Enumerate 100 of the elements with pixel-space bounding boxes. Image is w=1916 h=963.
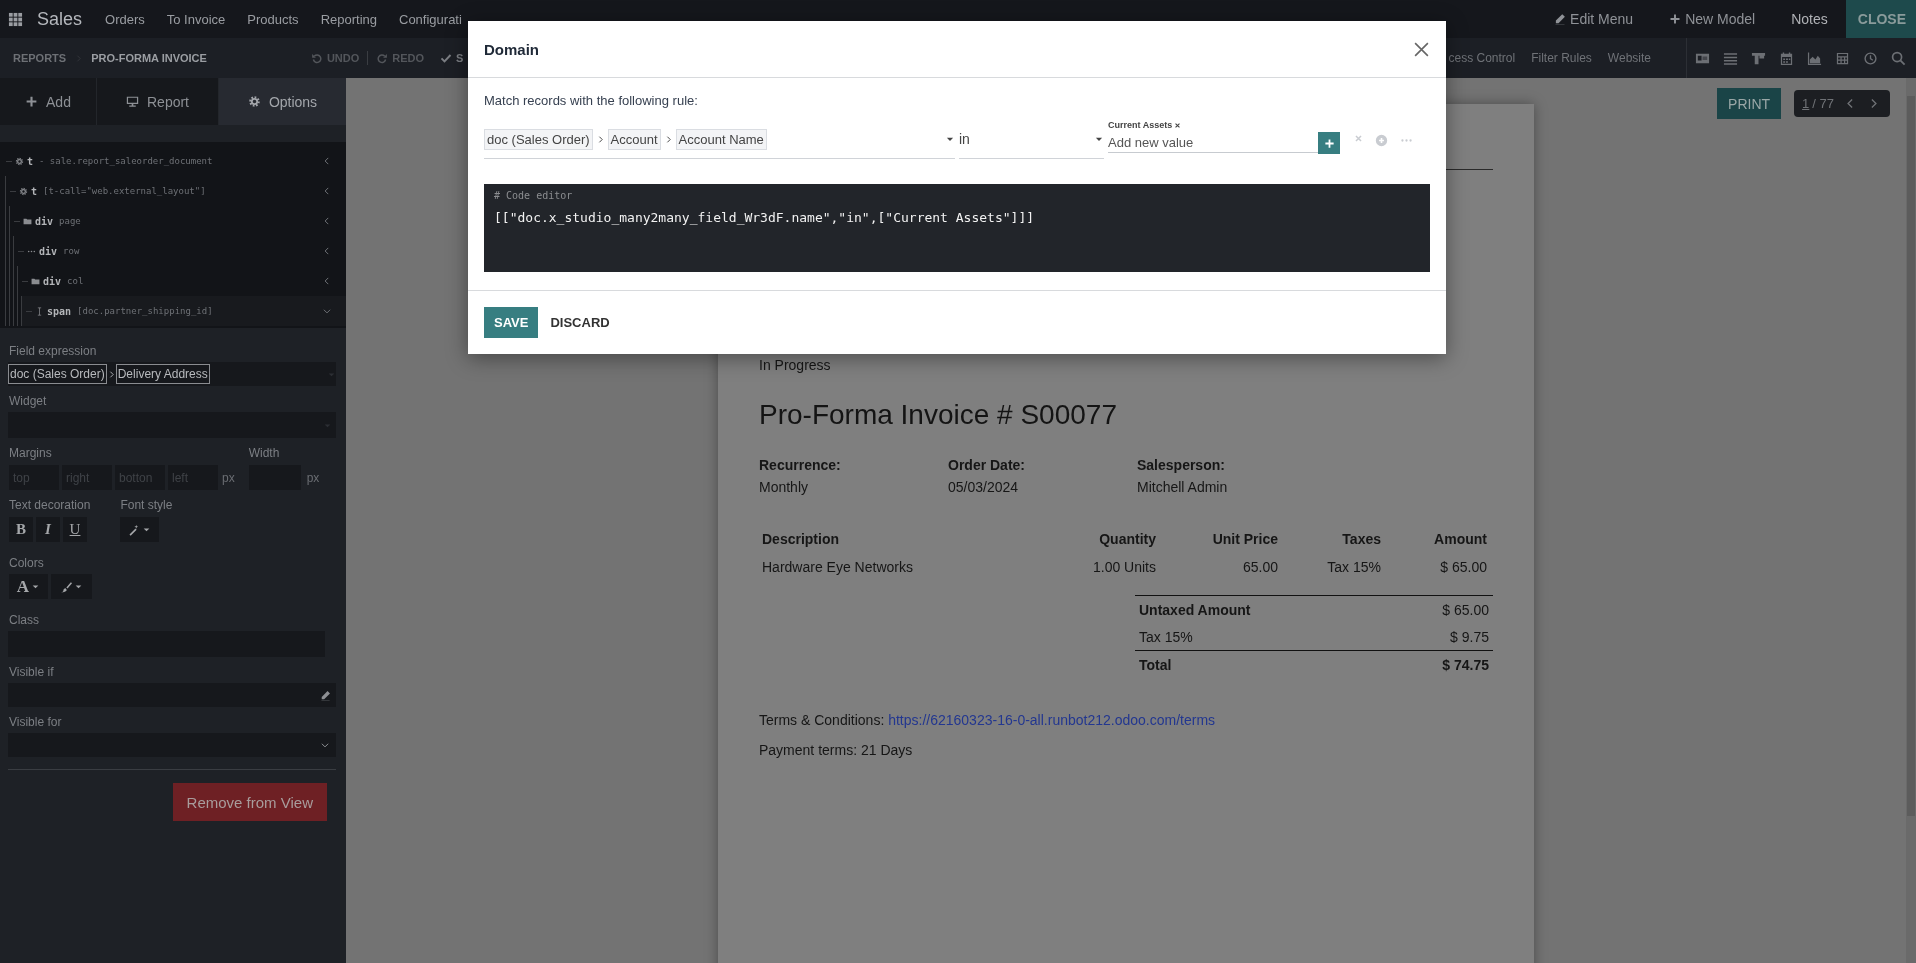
visible-if-field[interactable] bbox=[8, 683, 336, 707]
save-button[interactable]: SAVE bbox=[484, 307, 539, 338]
caret-icon bbox=[142, 525, 152, 534]
app-name: Sales bbox=[37, 8, 83, 30]
field-label: Font style bbox=[120, 498, 173, 512]
field-label: Class bbox=[9, 613, 40, 627]
code-editor[interactable]: # Code editor [["doc.x_studio_many2many_field_Wr3dF.name","in",["Current Assets"]]] bbox=[484, 184, 1430, 272]
info-value: Mitchell Admin bbox=[1137, 479, 1229, 495]
background-color-button[interactable] bbox=[51, 574, 92, 599]
column-header: Unit Price bbox=[1211, 531, 1279, 547]
total-value: $ 74.75 bbox=[1442, 657, 1489, 673]
monitor-icon bbox=[126, 95, 139, 108]
caret-icon bbox=[31, 582, 41, 591]
redo-icon bbox=[376, 52, 389, 64]
apps-icon bbox=[8, 11, 23, 27]
studio-link[interactable]: Filter Rules bbox=[1523, 51, 1600, 65]
sidebar-tab[interactable]: Add bbox=[0, 78, 97, 125]
column-header: Quantity bbox=[1098, 531, 1157, 547]
sidebar-tab[interactable]: Report bbox=[97, 78, 219, 125]
delete-icon bbox=[1354, 134, 1363, 143]
total-label: Tax 15% bbox=[1139, 629, 1193, 645]
tree-node[interactable]: span [doc.partner_shipping_id] bbox=[22, 296, 346, 326]
unit-label: px bbox=[306, 471, 320, 485]
folder-icon bbox=[31, 276, 40, 286]
tree-node[interactable]: div row bbox=[14, 236, 346, 266]
text-cursor-icon bbox=[35, 306, 44, 316]
menu-item[interactable]: Orders bbox=[94, 11, 156, 27]
table-cell-text: $ 65.00 bbox=[1439, 559, 1488, 575]
menu-item[interactable]: To Invoice bbox=[155, 11, 237, 27]
info-value: 05/03/2024 bbox=[948, 479, 1020, 495]
dialog-intro: Match records with the following rule: bbox=[484, 93, 699, 108]
path-field[interactable]: doc (Sales Order) Account Account Name bbox=[484, 120, 955, 159]
field-label: Width bbox=[248, 446, 281, 460]
save-button[interactable]: S bbox=[432, 52, 472, 64]
kanban-view-icon[interactable] bbox=[1751, 50, 1766, 66]
remove-tag-button[interactable] bbox=[1174, 121, 1182, 129]
remove-from-view-button[interactable]: Remove from View bbox=[172, 783, 327, 821]
menu-item[interactable]: Configurati bbox=[388, 11, 462, 27]
folder-icon bbox=[23, 216, 32, 226]
field-label: Margins bbox=[9, 446, 53, 460]
wand-icon bbox=[128, 523, 141, 536]
check-icon bbox=[440, 52, 453, 64]
gear-icon bbox=[19, 186, 28, 196]
caret-icon bbox=[74, 582, 83, 591]
text-style-button[interactable]: I bbox=[36, 517, 60, 542]
settings-icon bbox=[247, 95, 261, 108]
tree-node[interactable]: div col bbox=[18, 266, 346, 296]
status-text: In Progress bbox=[759, 357, 831, 373]
list-view-icon[interactable] bbox=[1723, 50, 1738, 66]
table-cell-text: 65.00 bbox=[1241, 559, 1279, 575]
graph-view-icon[interactable] bbox=[1807, 50, 1822, 66]
tree-node[interactable]: t - sale.report_saleorder_document bbox=[2, 146, 346, 176]
path-segment: Account bbox=[607, 128, 661, 150]
text-style-button[interactable]: B bbox=[9, 517, 33, 542]
gear-icon bbox=[15, 156, 24, 166]
close-icon bbox=[1413, 40, 1430, 58]
menu-item[interactable]: Reporting bbox=[309, 11, 388, 27]
notes-button[interactable]: Notes bbox=[1773, 0, 1846, 38]
tree-node[interactable]: div page bbox=[10, 206, 346, 236]
code-comment: # Code editor bbox=[494, 190, 574, 201]
operator-select[interactable]: in bbox=[959, 120, 1104, 159]
table-cell-text: 1.00 Units bbox=[1091, 559, 1157, 575]
studio-link[interactable]: Website bbox=[1599, 51, 1659, 65]
font-style-button[interactable] bbox=[120, 517, 160, 542]
scrollbar[interactable] bbox=[1906, 78, 1916, 963]
field-expression-field[interactable]: doc (Sales Order) Delivery Address bbox=[8, 362, 336, 386]
tree-node[interactable]: t [t-call="web.external_layout"] bbox=[6, 176, 346, 206]
close-button[interactable] bbox=[1413, 40, 1430, 58]
table-cell-text: Hardware Eye Networks bbox=[762, 559, 914, 575]
menu-item[interactable]: Products bbox=[236, 11, 310, 27]
pager[interactable]: 1 / 77 bbox=[1794, 90, 1890, 117]
total-value: $ 65.00 bbox=[1442, 602, 1489, 618]
text-style-button[interactable]: U bbox=[63, 517, 87, 542]
pivot-view-icon[interactable] bbox=[1835, 50, 1850, 66]
sidebar-tab[interactable]: Options bbox=[219, 78, 346, 125]
code-text: [["doc.x_studio_many2many_field_Wr3dF.name","in",["Current Assets"]]] bbox=[494, 210, 1036, 225]
pager-limit: / 77 bbox=[1812, 96, 1834, 111]
field-label: Visible for bbox=[9, 715, 63, 729]
edit-menu-button[interactable]: Edit Menu bbox=[1536, 0, 1652, 38]
info-label: Recurrence: bbox=[759, 457, 842, 473]
print-button[interactable]: PRINT bbox=[1717, 88, 1782, 119]
path-segment: doc (Sales Order) bbox=[484, 128, 593, 150]
plus-icon bbox=[1669, 13, 1682, 25]
path-segment: doc (Sales Order) bbox=[8, 364, 107, 384]
search-icon[interactable] bbox=[1891, 50, 1906, 66]
report-title: Pro-Forma Invoice # S00077 bbox=[759, 399, 1118, 431]
total-value: $ 9.75 bbox=[1450, 629, 1489, 645]
column-header: Amount bbox=[1433, 531, 1488, 547]
calendar-view-icon[interactable] bbox=[1779, 50, 1794, 66]
total-label: Untaxed Amount bbox=[1139, 602, 1251, 618]
pager-value[interactable]: 1 bbox=[1802, 96, 1810, 111]
brush-icon bbox=[60, 580, 72, 593]
add-value-button[interactable] bbox=[1318, 132, 1340, 154]
column-header: Taxes bbox=[1341, 531, 1382, 547]
clock-icon[interactable] bbox=[1863, 50, 1878, 66]
info-value: Monthly bbox=[759, 479, 810, 495]
text-color-button[interactable]: A bbox=[9, 574, 48, 599]
new-model-button[interactable]: New Model bbox=[1651, 0, 1774, 38]
field-label: Widget bbox=[9, 394, 48, 408]
column-header: Description bbox=[762, 531, 840, 547]
